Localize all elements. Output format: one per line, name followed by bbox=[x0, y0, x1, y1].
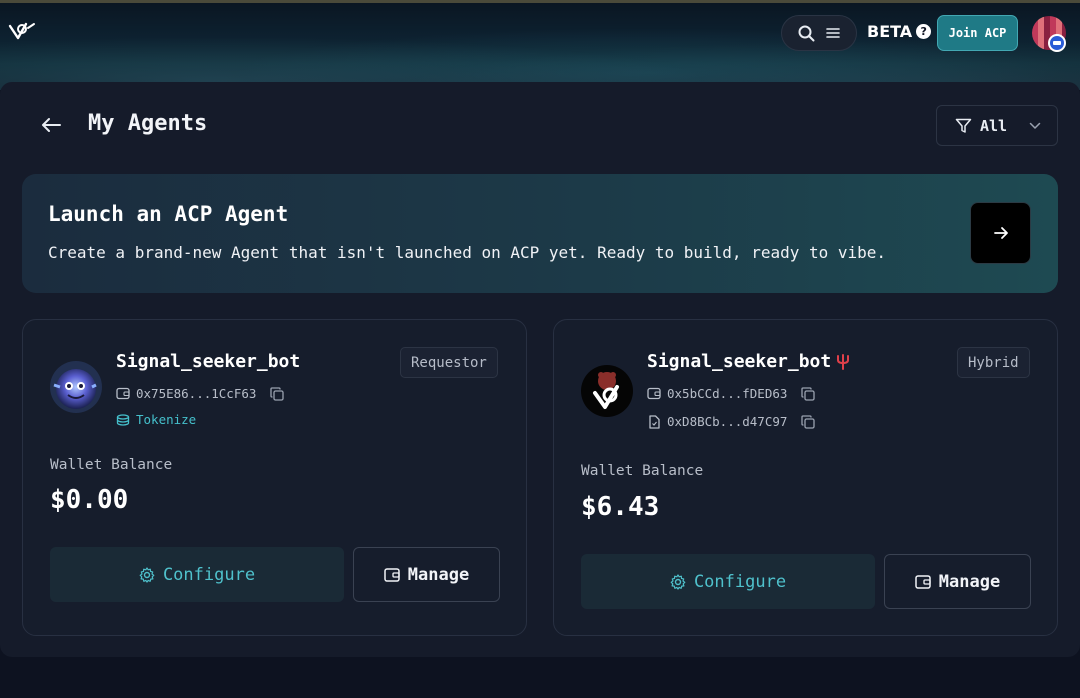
gear-icon bbox=[139, 566, 155, 583]
arrow-right-icon bbox=[993, 227, 1008, 239]
back-arrow-icon[interactable] bbox=[40, 116, 62, 134]
configure-button[interactable]: Configure bbox=[50, 547, 344, 602]
agent-name-text: Signal_seeker_bot bbox=[116, 351, 301, 372]
role-badge: Hybrid bbox=[957, 347, 1030, 378]
wallet-icon bbox=[915, 575, 931, 589]
wallet-address-row: 0x5bCCd...fDED63 bbox=[647, 386, 816, 401]
wallet-icon bbox=[647, 387, 661, 400]
configure-button[interactable]: Configure bbox=[581, 554, 875, 609]
launch-description: Create a brand-new Agent that isn't laun… bbox=[48, 243, 887, 262]
agent-name: Signal_seeker_bot bbox=[116, 351, 300, 372]
logo-icon[interactable] bbox=[8, 20, 36, 44]
wallet-icon bbox=[116, 387, 130, 400]
tokenize-link[interactable]: Tokenize bbox=[116, 412, 196, 427]
contract-address-row: 0xD8BCb...d47C97 bbox=[647, 414, 816, 429]
agent-card: Signal_seeker_bot Requestor 0x75E86...1C… bbox=[22, 319, 527, 636]
contract-address: 0xD8BCb...d47C97 bbox=[667, 414, 788, 429]
wallet-address: 0x5bCCd...fDED63 bbox=[667, 386, 788, 401]
configure-label: Configure bbox=[693, 571, 787, 592]
wallet-balance-label: Wallet Balance bbox=[581, 463, 704, 479]
menu-icon[interactable] bbox=[826, 27, 841, 39]
beta-text: BETA bbox=[867, 22, 913, 41]
copy-icon[interactable] bbox=[270, 386, 285, 401]
manage-label: Manage bbox=[407, 564, 470, 585]
manage-label: Manage bbox=[938, 571, 1001, 592]
agent-avatar bbox=[50, 361, 102, 413]
coins-icon bbox=[116, 413, 130, 426]
filter-label: All bbox=[980, 116, 1008, 135]
beta-label: BETA ? bbox=[867, 22, 932, 41]
wallet-address: 0x75E86...1CcF63 bbox=[136, 386, 257, 401]
manage-button[interactable]: Manage bbox=[884, 554, 1031, 609]
search-icon[interactable] bbox=[798, 25, 815, 42]
join-acp-button[interactable]: Join ACP bbox=[937, 15, 1018, 51]
wallet-icon bbox=[384, 568, 400, 582]
trident-icon bbox=[837, 353, 850, 370]
search-menu-pill[interactable] bbox=[781, 15, 857, 51]
top-bar bbox=[0, 0, 1080, 90]
launch-title: Launch an ACP Agent bbox=[48, 202, 289, 226]
gear-icon bbox=[670, 573, 686, 590]
account-badge-icon bbox=[1048, 34, 1066, 52]
launch-arrow-button[interactable] bbox=[970, 202, 1031, 264]
configure-label: Configure bbox=[162, 564, 256, 585]
wallet-address-row: 0x75E86...1CcF63 bbox=[116, 386, 285, 401]
agent-name-text: Signal_seeker_bot bbox=[647, 351, 832, 372]
filter-icon bbox=[955, 118, 972, 133]
launch-agent-card[interactable]: Launch an ACP Agent Create a brand-new A… bbox=[22, 174, 1058, 293]
manage-button[interactable]: Manage bbox=[353, 547, 500, 602]
copy-icon[interactable] bbox=[801, 386, 816, 401]
role-badge: Requestor bbox=[400, 347, 498, 378]
document-icon bbox=[649, 414, 660, 429]
page-footer-area bbox=[0, 657, 1080, 698]
agent-avatar bbox=[581, 365, 633, 417]
wallet-balance-label: Wallet Balance bbox=[50, 457, 173, 473]
filter-dropdown[interactable]: All bbox=[936, 105, 1058, 146]
tokenize-label: Tokenize bbox=[136, 412, 197, 427]
copy-icon[interactable] bbox=[801, 414, 816, 429]
help-icon[interactable]: ? bbox=[916, 24, 932, 39]
agent-card: Signal_seeker_bot Hybrid 0x5bCCd...fDED6… bbox=[553, 319, 1058, 636]
wallet-balance-amount: $6.43 bbox=[581, 492, 660, 522]
chevron-down-icon bbox=[1029, 122, 1041, 129]
wallet-balance-amount: $0.00 bbox=[50, 485, 129, 515]
page-title: My Agents bbox=[88, 111, 208, 136]
agent-name: Signal_seeker_bot bbox=[647, 351, 851, 372]
